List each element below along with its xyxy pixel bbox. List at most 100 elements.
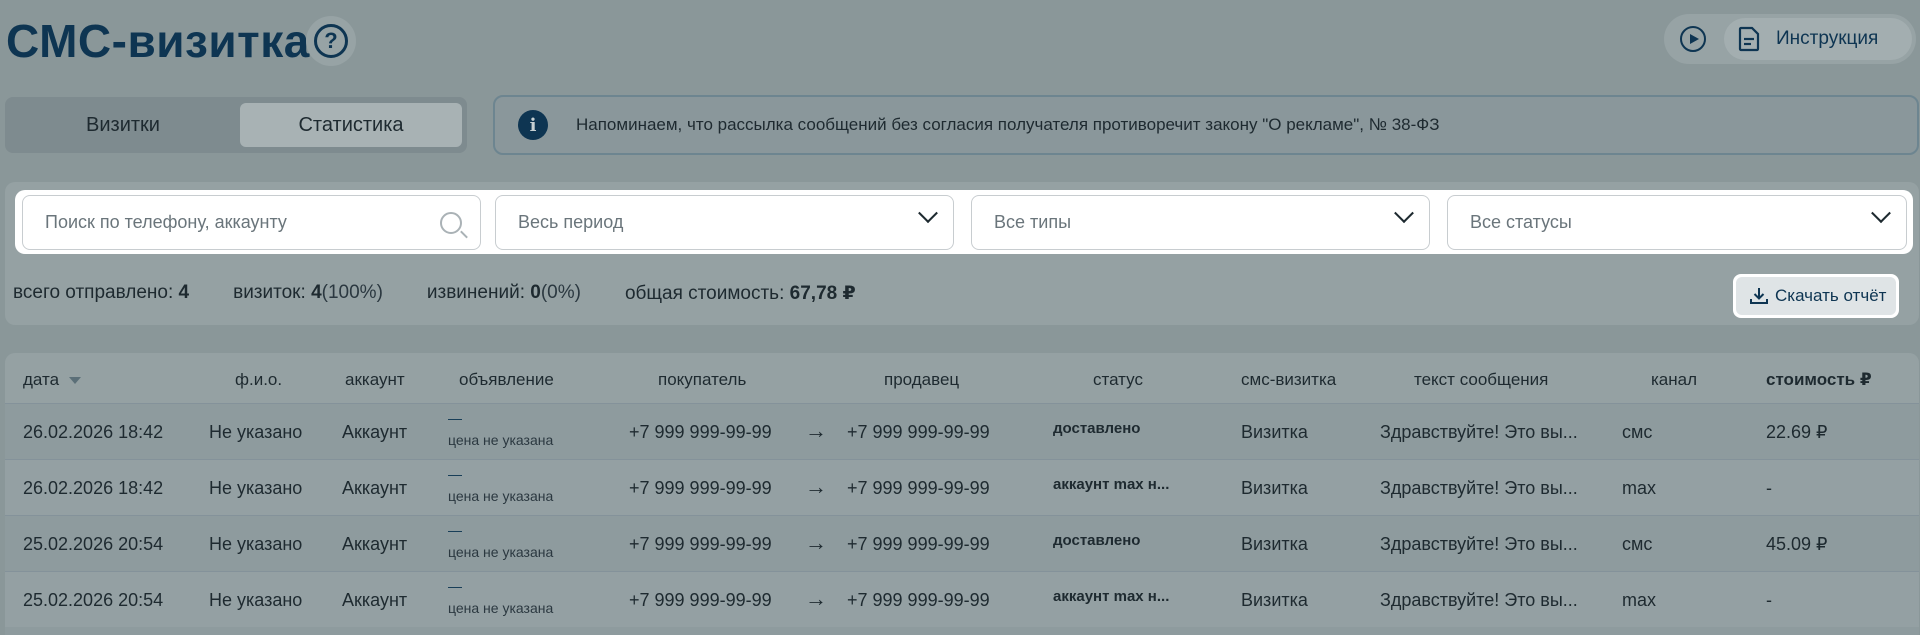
info-icon: i bbox=[518, 110, 548, 140]
table-row[interactable]: 25.02.2026 20:54 Не указано Аккаунт — це… bbox=[5, 515, 1919, 571]
filter-row: Поиск по телефону, аккаунту Весь период … bbox=[15, 190, 1913, 254]
cell-status: доставлено bbox=[1053, 532, 1141, 549]
arrow-right-icon: → bbox=[805, 586, 827, 611]
cell-seller: +7 999 999-99-99 bbox=[847, 478, 990, 498]
cell-ad-price: цена не указана bbox=[448, 432, 554, 448]
column-date[interactable]: дата bbox=[23, 370, 82, 390]
column-sms-card: смс-визитка bbox=[1241, 370, 1337, 389]
status-select[interactable]: Все статусы bbox=[1447, 195, 1907, 250]
cell-channel: смс bbox=[1622, 534, 1653, 554]
cell-cost: 45.09 ₽ bbox=[1766, 534, 1828, 554]
cell-message-text: Здравствуйте! Это вы... bbox=[1380, 590, 1578, 610]
instruction-label: Инструкция bbox=[1776, 28, 1879, 49]
column-message-text: текст сообщения bbox=[1414, 370, 1549, 389]
arrow-right-icon: → bbox=[805, 418, 827, 443]
top-actions: Инструкция bbox=[1664, 14, 1916, 64]
cell-cost: - bbox=[1766, 478, 1772, 498]
download-report-button[interactable]: Скачать отчёт bbox=[1733, 274, 1899, 318]
stat-cards: визиток: 4(100%) bbox=[233, 282, 383, 303]
cell-ad-link[interactable]: — bbox=[448, 522, 462, 538]
cell-account: Аккаунт bbox=[342, 422, 408, 442]
column-name: ф.и.о. bbox=[235, 370, 283, 389]
chevron-down-icon bbox=[1394, 202, 1414, 223]
page: СМС-визитка ? Инструкция Визитки Статист… bbox=[0, 0, 1920, 635]
cell-status: аккаунт max н... bbox=[1053, 588, 1170, 605]
summary-stats: всего отправлено: 4 визиток: 4(100%) изв… bbox=[13, 282, 900, 305]
messages-table: дата ф.и.о. аккаунт объявление покупател… bbox=[5, 353, 1919, 635]
column-ad: объявление bbox=[459, 370, 554, 389]
cell-seller: +7 999 999-99-99 bbox=[847, 534, 990, 554]
cell-account: Аккаунт bbox=[342, 590, 408, 610]
download-icon bbox=[1750, 288, 1768, 304]
cell-date: 26.02.2026 18:42 bbox=[23, 422, 164, 442]
table-row[interactable]: 26.02.2026 18:42 Не указано Аккаунт — це… bbox=[5, 459, 1919, 515]
stat-total-cost: общая стоимость: 67,78 ₽ bbox=[624, 283, 856, 304]
cell-buyer: +7 999 999-99-99 bbox=[629, 534, 772, 554]
cell-channel: смс bbox=[1622, 422, 1653, 442]
cell-name: Не указано bbox=[209, 478, 303, 498]
search-input[interactable]: Поиск по телефону, аккаунту bbox=[22, 195, 481, 250]
document-icon bbox=[1738, 26, 1760, 52]
cell-buyer: +7 999 999-99-99 bbox=[629, 590, 772, 610]
sort-down-icon bbox=[69, 377, 82, 385]
types-value: Все типы bbox=[994, 212, 1072, 232]
question-icon: ? bbox=[314, 24, 348, 58]
cell-ad-link[interactable]: — bbox=[448, 578, 462, 594]
notice-banner: i Напоминаем, что рассылка сообщений без… bbox=[493, 95, 1919, 155]
cell-sms-card: Визитка bbox=[1241, 422, 1308, 442]
column-buyer: покупатель bbox=[658, 370, 747, 389]
period-value: Весь период bbox=[518, 212, 624, 232]
cell-cost: 22.69 ₽ bbox=[1766, 422, 1828, 442]
chevron-down-icon bbox=[1871, 202, 1891, 223]
cell-message-text: Здравствуйте! Это вы... bbox=[1380, 478, 1578, 498]
cell-status: доставлено bbox=[1053, 420, 1141, 437]
period-select[interactable]: Весь период bbox=[495, 195, 954, 250]
arrow-right-icon: → bbox=[805, 530, 827, 555]
table-row[interactable]: 26.02.2026 18:42 Не указано Аккаунт — це… bbox=[5, 403, 1919, 459]
cell-cost: - bbox=[1766, 590, 1772, 610]
column-status: статус bbox=[1093, 370, 1143, 389]
cell-message-text: Здравствуйте! Это вы... bbox=[1380, 422, 1578, 442]
column-seller: продавец bbox=[884, 370, 960, 389]
cell-date: 25.02.2026 20:54 bbox=[23, 534, 164, 554]
column-cost: стоимость ₽ bbox=[1766, 370, 1872, 389]
search-placeholder: Поиск по телефону, аккаунту bbox=[45, 212, 287, 232]
cell-buyer: +7 999 999-99-99 bbox=[629, 422, 772, 442]
cell-sms-card: Визитка bbox=[1241, 478, 1308, 498]
cell-seller: +7 999 999-99-99 bbox=[847, 590, 990, 610]
page-title: СМС-визитка bbox=[6, 15, 310, 67]
cell-sms-card: Визитка bbox=[1241, 590, 1308, 610]
tab-cards[interactable]: Визитки bbox=[11, 103, 235, 147]
column-account: аккаунт bbox=[345, 370, 405, 389]
notice-text: Напоминаем, что рассылка сообщений без с… bbox=[576, 115, 1440, 134]
column-channel: канал bbox=[1651, 370, 1698, 389]
status-value: Все статусы bbox=[1470, 212, 1572, 232]
cell-ad-link[interactable]: — bbox=[448, 466, 462, 482]
chevron-down-icon bbox=[918, 202, 938, 223]
cell-name: Не указано bbox=[209, 422, 303, 442]
table-header: дата ф.и.о. аккаунт объявление покупател… bbox=[5, 353, 1919, 403]
cell-channel: max bbox=[1622, 478, 1657, 498]
cell-status: аккаунт max н... bbox=[1053, 476, 1170, 493]
download-label: Скачать отчёт bbox=[1775, 286, 1887, 305]
tab-statistics[interactable]: Статистика bbox=[240, 103, 462, 147]
stat-sent: всего отправлено: 4 bbox=[13, 282, 190, 303]
view-tabs: Визитки Статистика bbox=[5, 97, 467, 153]
cell-date: 25.02.2026 20:54 bbox=[23, 590, 164, 610]
table-row[interactable]: 25.02.2026 20:54 Не указано Аккаунт — це… bbox=[5, 571, 1919, 627]
cell-seller: +7 999 999-99-99 bbox=[847, 422, 990, 442]
cell-name: Не указано bbox=[209, 534, 303, 554]
arrow-right-icon: → bbox=[805, 474, 827, 499]
play-icon[interactable] bbox=[1680, 26, 1706, 52]
stat-apologies: извинений: 0(0%) bbox=[426, 282, 581, 303]
cell-sms-card: Визитка bbox=[1241, 534, 1308, 554]
types-select[interactable]: Все типы bbox=[971, 195, 1430, 250]
cell-date: 26.02.2026 18:42 bbox=[23, 478, 164, 498]
cell-account: Аккаунт bbox=[342, 534, 408, 554]
cell-account: Аккаунт bbox=[342, 478, 408, 498]
help-button[interactable]: ? bbox=[306, 16, 356, 66]
instruction-button[interactable]: Инструкция bbox=[1724, 18, 1912, 60]
search-icon bbox=[440, 211, 462, 234]
cell-ad-link[interactable]: — bbox=[448, 410, 462, 426]
cell-buyer: +7 999 999-99-99 bbox=[629, 478, 772, 498]
